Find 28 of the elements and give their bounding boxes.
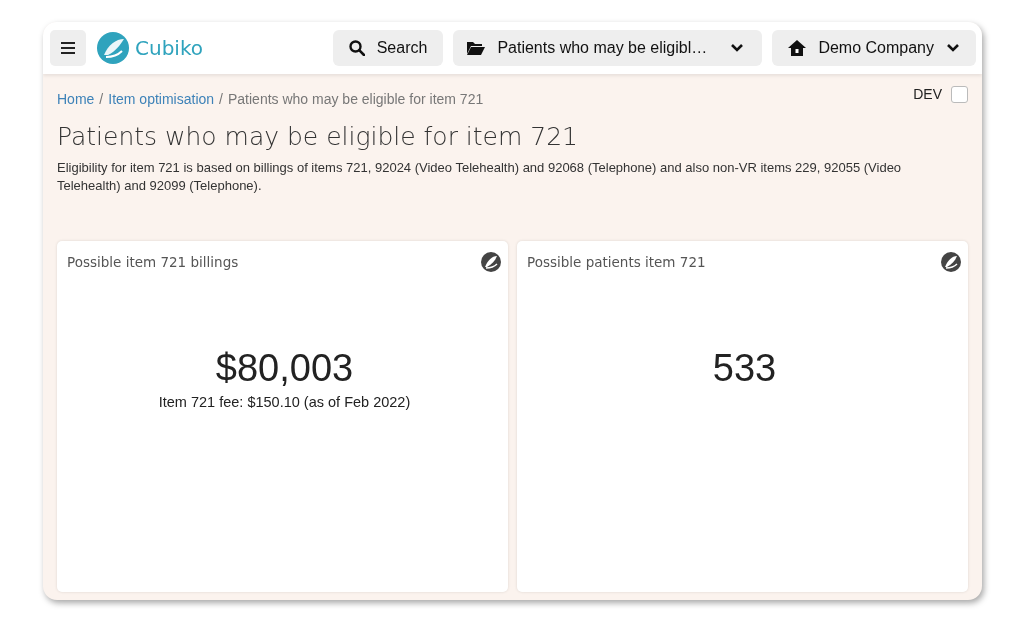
menu-button[interactable] [50, 30, 86, 66]
folder-icon [467, 41, 486, 55]
search-button[interactable]: Search [332, 30, 444, 66]
metric-note: Item 721 fee: $150.10 (as of Feb 2022) [158, 394, 411, 410]
report-dropdown[interactable]: Patients who may be eligibl… [453, 30, 763, 66]
breadcrumb-separator: / [219, 91, 223, 107]
logo-icon [96, 31, 130, 65]
breadcrumb-link[interactable]: Home [57, 91, 95, 107]
chevron-down-icon [730, 43, 745, 53]
card-title: Possible patients item 721 [527, 254, 706, 270]
company-dropdown[interactable]: Demo Company [772, 30, 976, 66]
search-icon [348, 40, 365, 56]
page-description: Eligibility for item 721 is based on billings of items 721, 92024 (Video Telehealth) and 92068 (Telephone) and also non-VR items 229, 92055 (Video Telehealth) and 92099 (Telephone). [57, 159, 903, 195]
brand-name: Cubiko [135, 36, 203, 60]
chevron-down-icon [946, 43, 960, 53]
page-title: Patients who may be eligible for item 721 [57, 122, 579, 151]
breadcrumb-current: Patients who may be eligible for item 721 [227, 91, 484, 107]
breadcrumb-link[interactable]: Item optimisation [108, 91, 215, 107]
metric-value: $80,003 [215, 347, 354, 390]
dev-label: DEV [913, 86, 942, 102]
logo-icon [480, 251, 502, 273]
dev-checkbox[interactable] [951, 85, 968, 103]
logo-icon [940, 251, 962, 273]
menu-icon [61, 42, 75, 54]
metric-value: 533 [712, 347, 777, 390]
house-icon [788, 40, 807, 56]
card-title: Possible item 721 billings [67, 254, 239, 270]
breadcrumb-separator: / [99, 91, 104, 107]
